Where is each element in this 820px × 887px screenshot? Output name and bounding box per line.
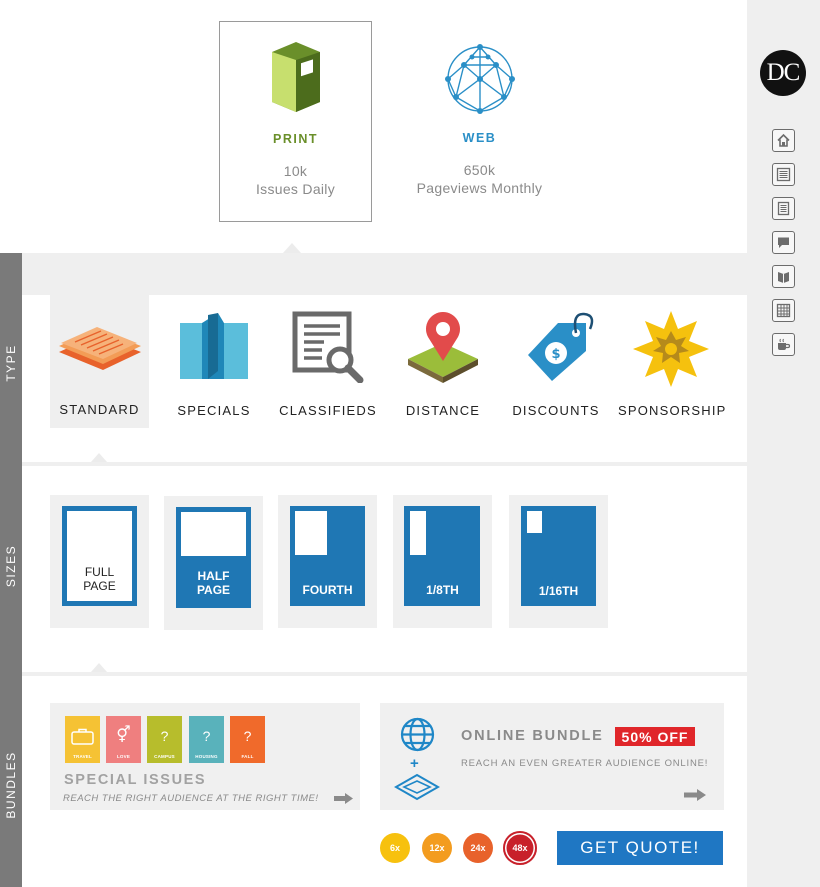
- sizes-caret: [91, 663, 107, 672]
- type-specials[interactable]: SPECIALS: [164, 295, 264, 429]
- newspaper-icon[interactable]: [772, 163, 795, 186]
- type-label: STANDARD: [59, 402, 140, 417]
- web-network-icon: [445, 44, 515, 114]
- book-icon[interactable]: [772, 265, 795, 288]
- special-issues-bundle[interactable]: TRAVEL ⚥ LOVE ? CAMPUS ? HOUSING ? FALL …: [50, 703, 360, 810]
- online-bundle-tagline: REACH AN EVEN GREATER AUDIENCE ONLINE!: [461, 758, 709, 769]
- print-box-icon: [272, 42, 320, 112]
- online-bundle-title: ONLINE BUNDLE: [461, 728, 604, 744]
- print-title: PRINT: [273, 132, 318, 146]
- type-label: SPECIALS: [177, 403, 251, 418]
- size-eighth[interactable]: 1/8TH: [393, 495, 492, 628]
- platform-selector: PRINT 10k Issues Daily WEB 650k Pageview…: [0, 0, 747, 253]
- web-subtitle: Pageviews Monthly: [416, 180, 543, 196]
- newspaper-stack-icon: [59, 327, 141, 370]
- type-distance[interactable]: DISTANCE: [393, 295, 493, 429]
- type-standard[interactable]: STANDARD: [50, 294, 149, 428]
- home-icon[interactable]: [772, 129, 795, 152]
- starburst-icon: [633, 311, 709, 387]
- question-icon: ?: [160, 728, 169, 744]
- coffee-icon[interactable]: [772, 333, 795, 356]
- get-quote-button[interactable]: GET QUOTE!: [557, 831, 723, 865]
- magnifier-document-icon: [292, 311, 364, 383]
- svg-text:$: $: [551, 347, 560, 362]
- type-section-label: TYPE: [4, 344, 18, 382]
- print-subtitle: Issues Daily: [255, 181, 336, 197]
- folded-map-icon: [180, 313, 248, 379]
- size-label: FOURTH: [302, 583, 353, 597]
- sizes-panel: FULL PAGE HALF PAGE FOURTH 1/8TH 1/16TH: [22, 466, 747, 672]
- issue-name: CAMPUS: [154, 754, 175, 759]
- type-label: DISCOUNTS: [512, 403, 600, 418]
- section-strip: TYPE SIZES BUNDLES: [0, 253, 22, 887]
- web-value: 650k: [463, 162, 496, 178]
- quantity-48x[interactable]: 48x: [503, 831, 537, 865]
- main-content: STANDARD SPECIALS CLASSIFIEDS DISTANCE $…: [22, 253, 747, 887]
- type-label: SPONSORSHIP: [618, 403, 727, 418]
- issue-name: LOVE: [116, 754, 131, 759]
- layers-icon: [394, 773, 440, 801]
- print-value: 10k: [283, 163, 308, 179]
- question-icon: ?: [202, 728, 211, 744]
- dc-logo[interactable]: DC: [760, 50, 806, 96]
- online-bundle[interactable]: + ONLINE BUNDLE 50% OFF REACH AN EVEN GR…: [380, 703, 724, 810]
- globe-icon: [400, 717, 435, 752]
- web-title: WEB: [462, 131, 497, 145]
- size-label: 1/8TH: [426, 583, 459, 597]
- bundles-panel: TRAVEL ⚥ LOVE ? CAMPUS ? HOUSING ? FALL …: [22, 676, 747, 887]
- print-platform-card[interactable]: PRINT 10k Issues Daily: [219, 21, 372, 222]
- special-issues-title: SPECIAL ISSUES: [64, 772, 207, 788]
- type-panel: STANDARD SPECIALS CLASSIFIEDS DISTANCE $…: [22, 294, 747, 462]
- type-classifieds[interactable]: CLASSIFIEDS: [278, 295, 378, 429]
- type-discounts[interactable]: $ DISCOUNTS: [506, 295, 606, 429]
- suitcase-icon: [71, 728, 94, 745]
- issue-name: TRAVEL: [73, 754, 92, 759]
- bundles-section-label: BUNDLES: [4, 751, 18, 819]
- arrow-right-icon: [334, 793, 353, 804]
- issue-love[interactable]: ⚥ LOVE: [106, 716, 141, 763]
- special-issues-tagline: REACH THE RIGHT AUDIENCE AT THE RIGHT TI…: [63, 793, 319, 804]
- type-caret: [91, 453, 107, 462]
- quantity-24x[interactable]: 24x: [463, 833, 493, 863]
- type-label: CLASSIFIEDS: [279, 403, 377, 418]
- issue-name: FALL: [241, 754, 254, 759]
- price-tag-icon: $: [528, 312, 594, 381]
- issue-name: HOUSING: [195, 754, 218, 759]
- quantity-6x[interactable]: 6x: [380, 833, 410, 863]
- issue-campus[interactable]: ? CAMPUS: [147, 716, 182, 763]
- map-pin-icon: [408, 312, 478, 383]
- sidebar: DC: [747, 0, 820, 887]
- size-label: 1/16TH: [538, 584, 579, 598]
- sizes-section-label: SIZES: [4, 544, 18, 588]
- issue-travel[interactable]: TRAVEL: [65, 716, 100, 763]
- size-fourth[interactable]: FOURTH: [278, 495, 377, 628]
- issue-housing[interactable]: ? HOUSING: [189, 716, 224, 763]
- document-icon[interactable]: [772, 197, 795, 220]
- size-half-page[interactable]: HALF PAGE: [164, 496, 263, 630]
- plus-sign: +: [410, 755, 419, 772]
- type-sponsorship[interactable]: SPONSORSHIP: [618, 295, 727, 429]
- question-icon: ?: [243, 728, 252, 744]
- size-sixteenth[interactable]: 1/16TH: [509, 495, 608, 628]
- calendar-icon[interactable]: [772, 299, 795, 322]
- quantity-12x[interactable]: 12x: [422, 833, 452, 863]
- arrow-right-icon: [684, 789, 706, 801]
- web-platform-card[interactable]: WEB 650k Pageviews Monthly: [403, 21, 556, 222]
- issue-fall[interactable]: ? FALL: [230, 716, 265, 763]
- size-full-page[interactable]: FULL PAGE: [50, 495, 149, 628]
- size-label: FULL PAGE: [83, 565, 116, 593]
- discount-badge: 50% OFF: [615, 727, 695, 746]
- size-label: HALF PAGE: [196, 569, 231, 597]
- selection-caret: [283, 243, 301, 253]
- type-label: DISTANCE: [405, 403, 481, 418]
- chat-icon[interactable]: [772, 231, 795, 254]
- gender-icon: ⚥: [116, 727, 131, 744]
